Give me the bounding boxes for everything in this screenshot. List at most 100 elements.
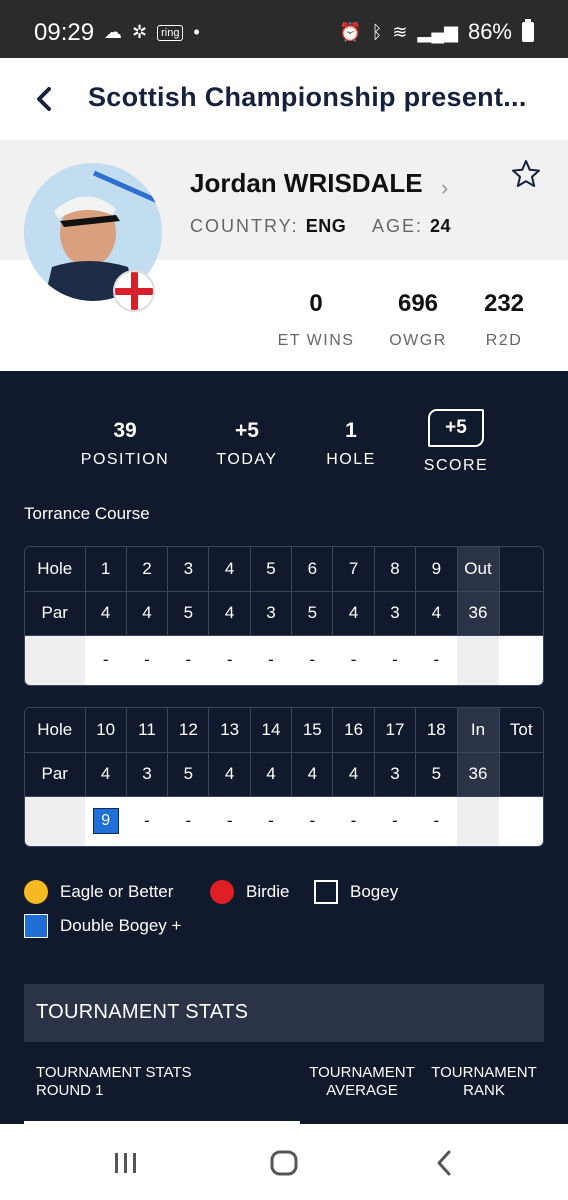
favorite-star-icon[interactable] — [510, 158, 542, 190]
ring-app-icon: ring — [157, 24, 184, 41]
stat-value: 232 — [483, 290, 525, 317]
tournament-stats-title: TOURNAMENT STATS — [36, 1001, 249, 1023]
par-value: 4 — [208, 752, 251, 797]
score-cell: - — [415, 635, 457, 685]
in-score — [457, 796, 499, 846]
hole-number: 13 — [208, 708, 251, 753]
out-score — [457, 635, 499, 685]
england-flag-icon — [113, 270, 155, 312]
score-row: - - - - - - - - - — [25, 635, 543, 685]
double-bogey-square-icon — [24, 914, 48, 938]
player-name[interactable]: Jordan WRISDALE — [190, 168, 423, 199]
score-cell: - — [85, 635, 127, 685]
score-cell: - — [415, 796, 457, 846]
par-value: 4 — [126, 591, 169, 636]
score-cell: - — [374, 635, 416, 685]
ts-col-average: TOURNAMENT AVERAGE — [302, 1064, 422, 1100]
in-label: In — [457, 708, 500, 753]
recent-apps-icon[interactable] — [113, 1152, 139, 1174]
hole-row: Hole 10 11 12 13 14 15 16 17 18 In Tot — [25, 708, 543, 753]
par-value: 5 — [291, 591, 334, 636]
hole-number: 6 — [291, 547, 334, 592]
legend-birdie: Birdie — [210, 880, 289, 904]
position-label: POSITION — [80, 451, 170, 468]
battery-icon — [522, 19, 534, 42]
status-time: 09:29 — [34, 19, 95, 46]
empty-cell — [499, 635, 543, 685]
legend-double-bogey: Double Bogey + — [24, 914, 181, 938]
score-cell: - — [250, 635, 292, 685]
hole-number: 4 — [208, 547, 251, 592]
back-arrow-icon[interactable] — [30, 84, 60, 114]
signal-icon: ▂▄▆ — [417, 21, 458, 42]
hole-number: 18 — [415, 708, 458, 753]
ts-col-round-line2: ROUND 1 — [36, 1082, 104, 1099]
back-nine-scorecard: Hole 10 11 12 13 14 15 16 17 18 In Tot P… — [24, 707, 544, 847]
empty-cell — [499, 591, 543, 636]
hole-number: 5 — [250, 547, 293, 592]
par-value: 3 — [374, 752, 417, 797]
double-bogey-score: 9 — [92, 808, 119, 835]
par-row: Par 4 4 5 4 3 5 4 3 4 36 — [25, 591, 543, 636]
par-value: 4 — [415, 591, 458, 636]
stat-label: OWGR — [389, 332, 447, 349]
empty-cell — [25, 796, 85, 846]
today-label: TODAY — [216, 451, 278, 468]
back-nav-icon[interactable] — [434, 1150, 454, 1176]
hole-number: 11 — [126, 708, 169, 753]
tot-label: Tot — [499, 708, 543, 753]
par-value: 3 — [374, 591, 417, 636]
hole-number: 10 — [85, 708, 127, 753]
hole-number: 14 — [250, 708, 293, 753]
score-cell: - — [167, 796, 209, 846]
score-cell: - — [208, 635, 251, 685]
stat-et-wins: 0 ET WINS — [276, 290, 356, 350]
stat-r2d: 232 R2D — [464, 290, 544, 350]
summary-hole: 1 HOLE — [318, 419, 384, 469]
par-value: 4 — [250, 752, 293, 797]
summary-position: 39 POSITION — [74, 419, 176, 469]
hole-number: 8 — [374, 547, 417, 592]
age-label: AGE: — [372, 216, 424, 236]
hole-label: Hole — [25, 708, 86, 753]
score-row: 9 - - - - - - - - — [25, 796, 543, 846]
country-value: ENG — [305, 216, 347, 236]
par-value: 5 — [167, 591, 210, 636]
age-info: AGE: 24 — [372, 216, 451, 237]
score-cell: - — [332, 635, 375, 685]
eagle-dot-icon — [24, 880, 48, 904]
par-value: 4 — [291, 752, 334, 797]
out-par: 36 — [457, 591, 500, 636]
stat-label: ET WINS — [277, 332, 355, 349]
empty-cell — [25, 635, 85, 685]
home-icon[interactable] — [270, 1150, 298, 1176]
scorecard-section: 39 POSITION +5 TODAY 1 HOLE +5 SCORE Tor… — [0, 371, 568, 1124]
position-value: 39 — [113, 419, 137, 442]
score-label: SCORE — [423, 457, 489, 474]
birdie-dot-icon — [210, 880, 234, 904]
score-cell: - — [167, 635, 209, 685]
hole-number: 9 — [415, 547, 458, 592]
legend-bogey: Bogey — [314, 880, 398, 904]
empty-cell — [499, 547, 543, 592]
score-cell: - — [332, 796, 375, 846]
hole-number: 1 — [85, 547, 127, 592]
par-value: 4 — [332, 591, 375, 636]
alarm-icon: ⏰ — [339, 21, 362, 42]
par-row: Par 4 3 5 4 4 4 4 3 5 36 — [25, 752, 543, 797]
out-label: Out — [457, 547, 500, 592]
chevron-right-icon[interactable]: › — [441, 175, 448, 201]
par-value: 4 — [332, 752, 375, 797]
score-cell: - — [291, 796, 333, 846]
hole-number: 17 — [374, 708, 417, 753]
age-value: 24 — [430, 216, 452, 236]
system-nav-bar — [0, 1124, 568, 1200]
course-name: Torrance Course — [24, 504, 150, 523]
empty-cell — [499, 752, 543, 797]
country-label: COUNTRY: — [190, 216, 299, 236]
ts-col-round-line1: TOURNAMENT STATS — [36, 1064, 192, 1081]
score-box: +5 — [428, 409, 484, 447]
hole-row: Hole 1 2 3 4 5 6 7 8 9 Out — [25, 547, 543, 592]
legend-label: Double Bogey + — [60, 916, 182, 935]
in-par: 36 — [457, 752, 500, 797]
